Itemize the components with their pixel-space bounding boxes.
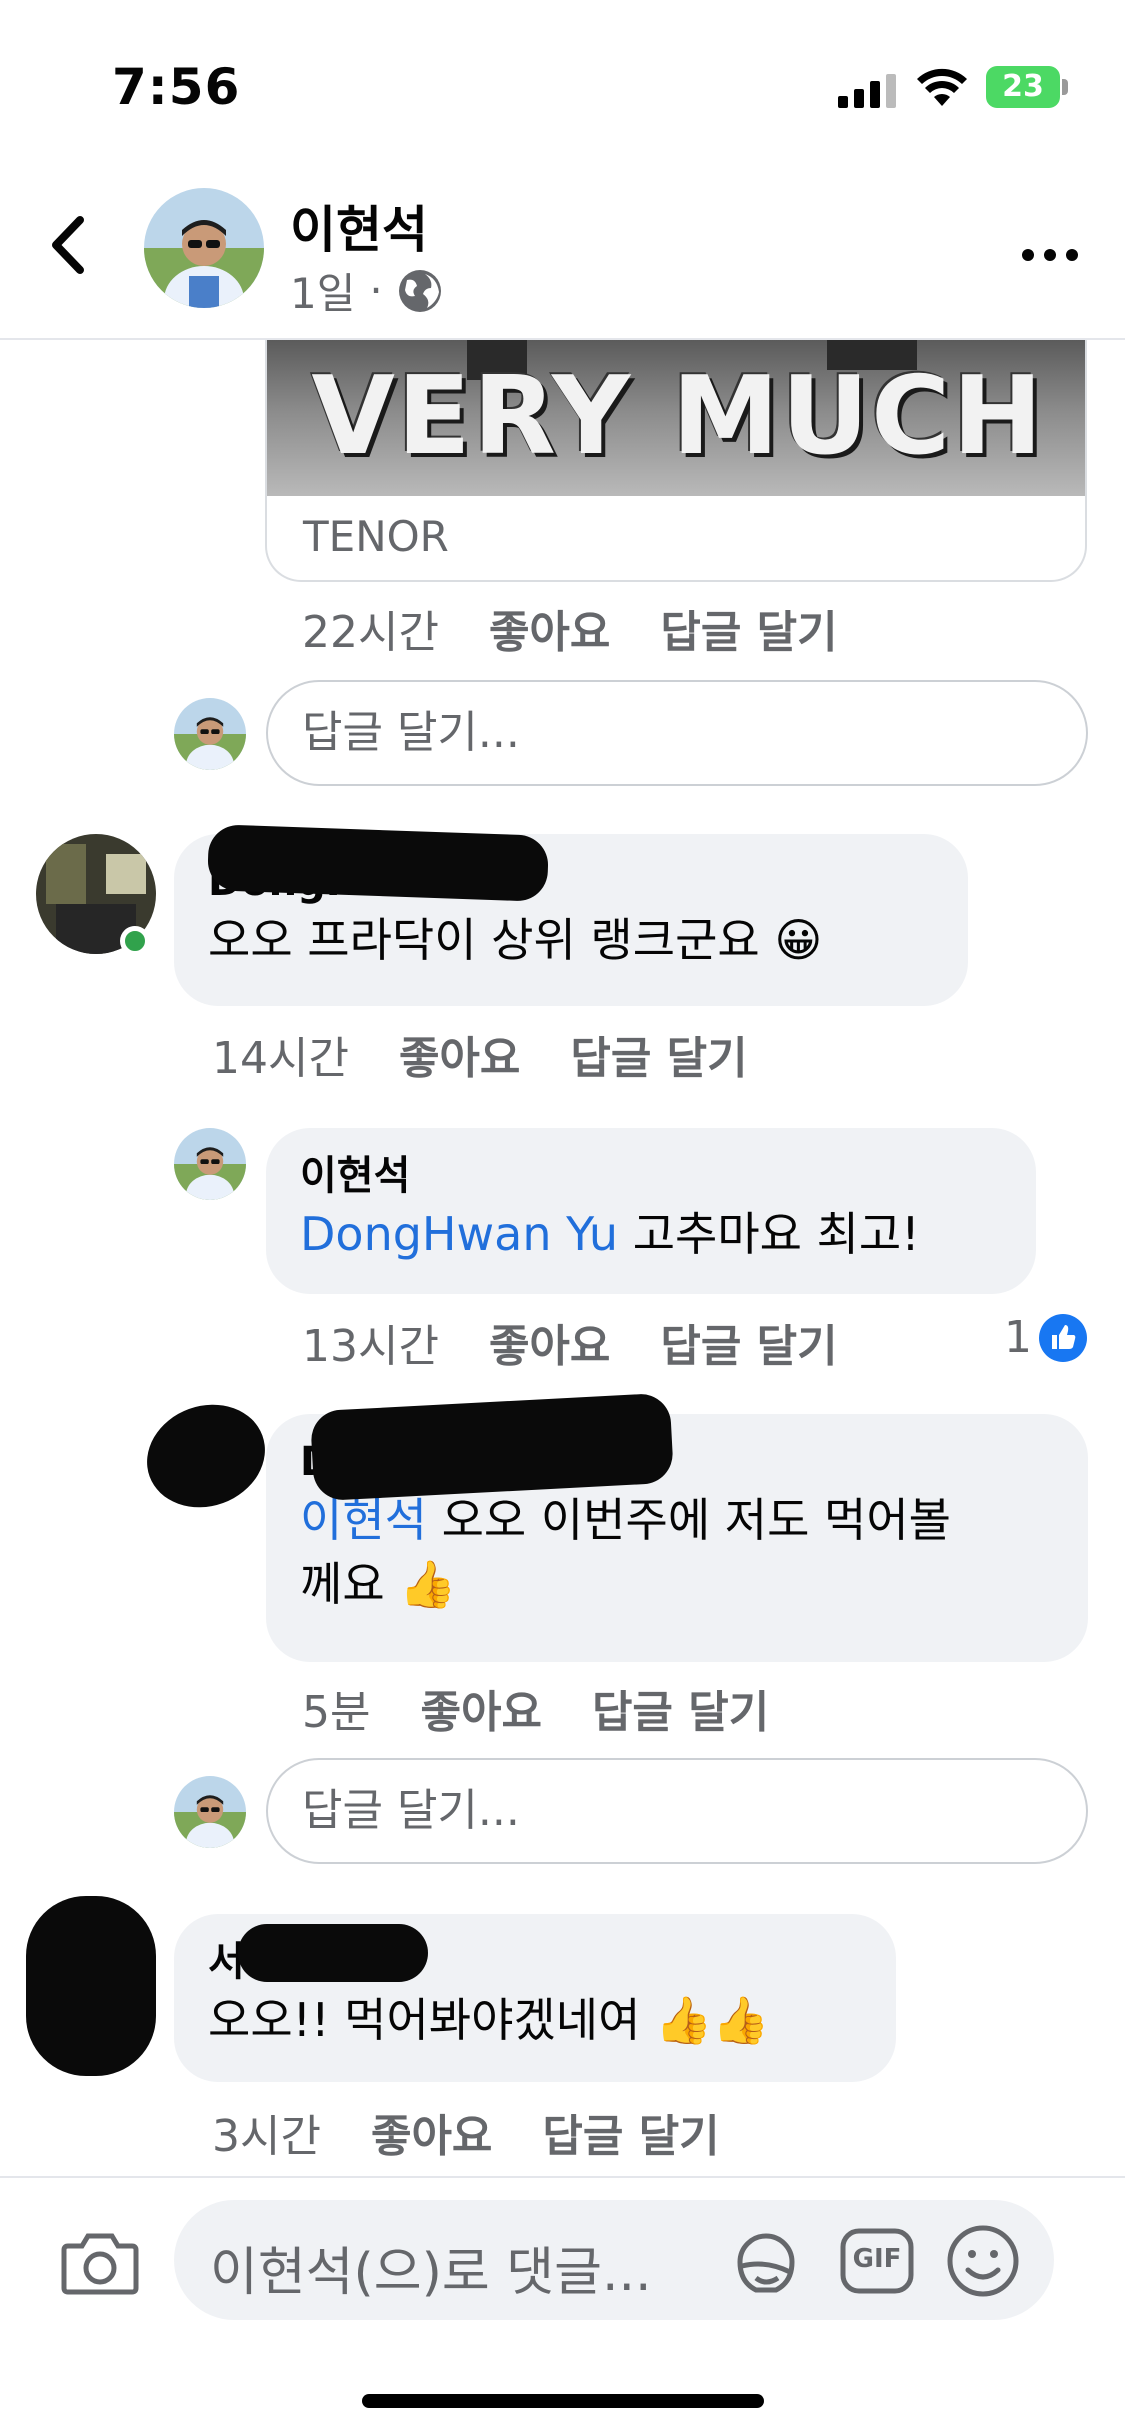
redaction-mark (26, 1896, 156, 2076)
post-meta: 1일 · (290, 260, 443, 321)
reply-text-cont: 께요 👍 (300, 1557, 457, 1611)
like-button[interactable]: 좋아요 (399, 1022, 520, 1086)
comment-placeholder: 이현석(으)로 댓글... (210, 2243, 652, 2303)
comment-time: 5분 (302, 1687, 371, 1738)
author-avatar[interactable] (144, 188, 264, 308)
like-button[interactable]: 좋아요 (489, 1310, 610, 1374)
post-header: 이현석 1일 · (0, 160, 1125, 340)
post-age: 1일 (290, 269, 356, 318)
my-avatar (174, 1776, 246, 1848)
gif-label: GIF (852, 2244, 902, 2274)
redaction-mark (238, 1924, 428, 1982)
gif-attachment[interactable]: VERY MUCH TENOR (265, 340, 1087, 582)
reply-meta: 13시간 좋아요 답글 달기 (302, 1310, 838, 1374)
reaction-count[interactable]: 1 (1004, 1312, 1088, 1363)
camera-icon[interactable] (60, 2226, 140, 2298)
home-indicator[interactable] (362, 2394, 764, 2408)
reply-bubble[interactable]: 이현석 DongHwan Yu 고추마요 최고! (266, 1128, 1036, 1294)
redaction-mark (206, 824, 550, 902)
like-button[interactable]: 좋아요 (489, 596, 610, 660)
author-name[interactable]: 이현석 (290, 190, 428, 262)
reply-input[interactable]: 답글 달기... (266, 680, 1088, 786)
wifi-icon (917, 68, 967, 106)
gif-source: TENOR (303, 512, 449, 561)
back-chevron-icon[interactable] (40, 210, 100, 280)
reply-button[interactable]: 답글 달기 (570, 1022, 747, 1086)
reply-input[interactable]: 답글 달기... (266, 1758, 1088, 1864)
sticker-icon[interactable] (730, 2226, 802, 2298)
emoji-icon[interactable] (946, 2224, 1020, 2298)
status-time: 7:56 (112, 58, 241, 116)
cellular-signal-icon (838, 74, 896, 108)
comment-time: 14시간 (212, 1033, 349, 1084)
comment-meta: 3시간 좋아요 답글 달기 (212, 2100, 720, 2164)
mention-link[interactable]: 이현석 (300, 1493, 427, 1547)
like-button[interactable]: 좋아요 (420, 1676, 541, 1740)
battery-level: 23 (986, 66, 1060, 108)
reply-text: 이현석 오오 이번주에 저도 먹어볼 (300, 1493, 951, 1547)
reply-text: DongHwan Yu 고추마요 최고! (300, 1207, 920, 1261)
reaction-count-number: 1 (1004, 1312, 1032, 1363)
gif-image[interactable]: VERY MUCH (267, 340, 1085, 496)
comment-text: 오오!! 먹어봐야겠네여 👍👍 (208, 1993, 770, 2047)
reply-button[interactable]: 답글 달기 (592, 1676, 769, 1740)
comment-input[interactable]: 이현석(으)로 댓글... GIF (174, 2200, 1054, 2320)
gif-button[interactable]: GIF (840, 2228, 914, 2294)
comment-meta: 14시간 좋아요 답글 달기 (212, 1022, 748, 1086)
redaction-mark (132, 1388, 280, 1524)
reply-button[interactable]: 답글 달기 (542, 2100, 719, 2164)
reply-meta: 5분 좋아요 답글 달기 (302, 1676, 769, 1740)
thumbs-up-icon (1039, 1313, 1087, 1362)
my-avatar (174, 698, 246, 770)
online-status-indicator (120, 926, 150, 956)
comment-text: 오오 프라닥이 상위 랭크군요 😀 (208, 913, 823, 967)
meta-separator: · (369, 266, 383, 315)
gif-reply-meta: 22시간 좋아요 답글 달기 (302, 596, 838, 660)
reply-author-avatar[interactable] (174, 1128, 246, 1200)
reply-author[interactable]: 이현석 (300, 1150, 1002, 1202)
battery-icon: 23 (986, 66, 1068, 108)
gif-caption: VERY MUCH (311, 354, 1045, 479)
comment-time: 3시간 (212, 2111, 321, 2162)
comment-time: 13시간 (302, 1321, 439, 1372)
mention-link[interactable]: DongHwan Yu (300, 1207, 618, 1261)
reply-button[interactable]: 답글 달기 (660, 596, 837, 660)
comment-time: 22시간 (302, 607, 439, 658)
like-button[interactable]: 좋아요 (371, 2100, 492, 2164)
globe-icon (398, 269, 441, 312)
more-dots-icon[interactable] (1020, 240, 1080, 270)
redaction-mark (309, 1392, 675, 1502)
reply-button[interactable]: 답글 달기 (660, 1310, 837, 1374)
